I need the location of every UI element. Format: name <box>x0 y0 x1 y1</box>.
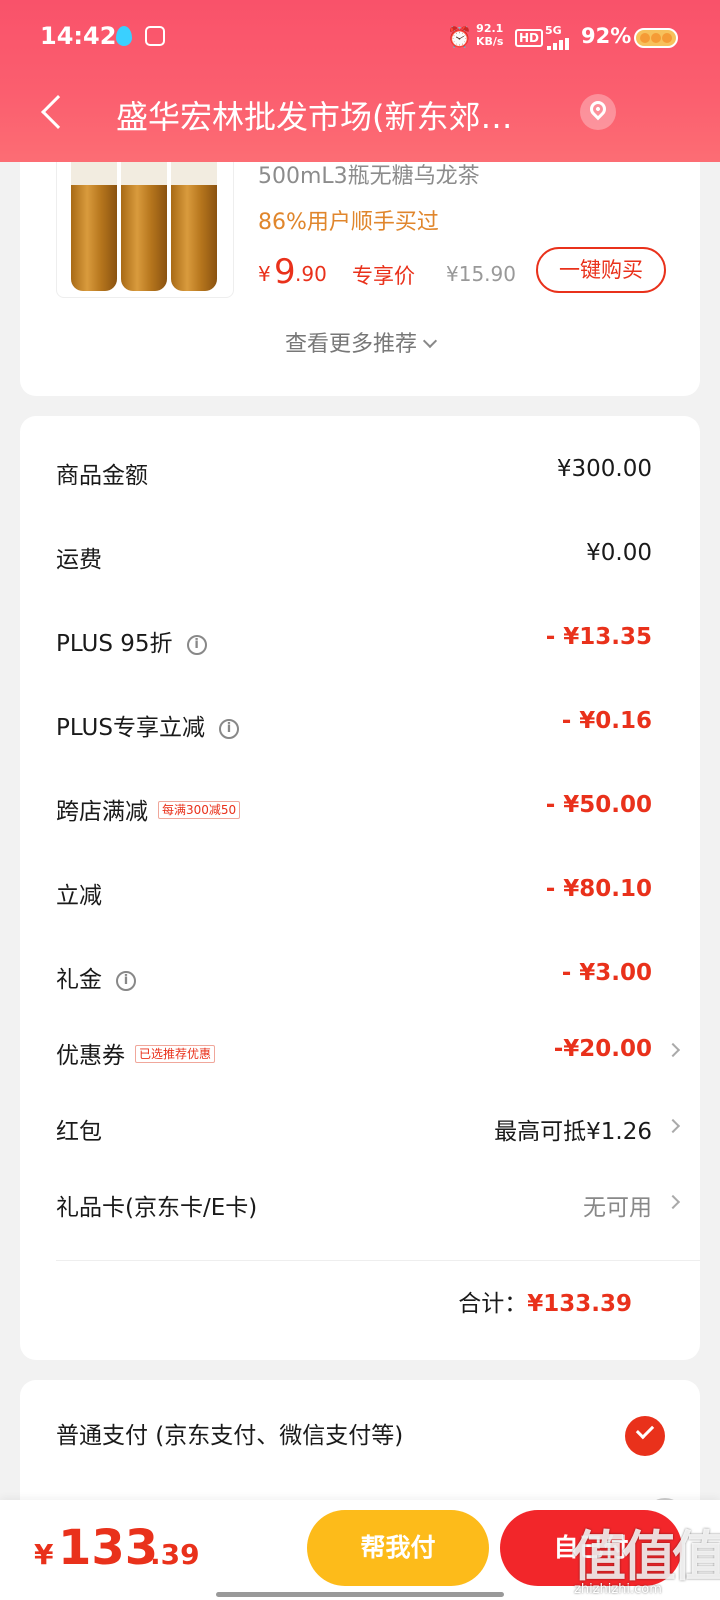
battery-icon <box>634 28 678 48</box>
chevron-right-icon <box>665 1118 681 1134</box>
bottom-action-bar: ¥ 133 .39 帮我付 自己付 值值值 zhizhizhi.com <box>0 1500 720 1600</box>
exclusive-price-tag: 专享价 <box>352 264 415 288</box>
see-more-recommendations[interactable]: 查看更多推荐 <box>20 326 700 358</box>
order-total: 合计：¥133.39 <box>458 1284 632 1318</box>
summary-row-gift-card[interactable]: 礼品卡(京东卡/E卡) 无可用 <box>56 1182 686 1222</box>
watermark-site: zhizhizhi.com <box>574 1582 662 1597</box>
battery-percent: 92% <box>581 24 632 48</box>
status-time: 14:42 <box>40 22 117 50</box>
row-label: 礼品卡(京东卡/E卡) <box>56 1195 258 1221</box>
one-click-buy-button[interactable]: 一键购买 <box>536 247 666 293</box>
product-name[interactable]: 500mL3瓶无糖乌龙茶 <box>258 158 480 190</box>
home-indicator[interactable] <box>216 1592 504 1597</box>
row-label: 商品金额 <box>56 463 148 489</box>
coupon-tag: 已选推荐优惠 <box>135 1045 216 1063</box>
row-value: - ¥3.00 <box>561 960 652 986</box>
total-amount-integer: 133 <box>58 1520 159 1576</box>
row-label: 运费 <box>56 547 102 573</box>
header: 14:42 ⏰ 92.1 KB/s HD 5G 92% 盛华宏林批发市场(新东郊… <box>0 0 720 162</box>
row-value: - ¥13.35 <box>545 624 652 650</box>
summary-row-red-packet[interactable]: 红包 最高可抵¥1.26 <box>56 1106 686 1146</box>
buy-rate-text: 86%用户顺手买过 <box>258 210 439 235</box>
see-more-label: 查看更多推荐 <box>284 332 417 357</box>
alarm-icon: ⏰ <box>447 25 472 49</box>
promo-tag: 每满300减50 <box>158 801 241 819</box>
network-type: 5G <box>545 24 562 37</box>
row-value: 最高可抵¥1.26 <box>494 1119 652 1145</box>
total-label: 合计： <box>458 1291 528 1317</box>
row-label: 立减 <box>56 883 102 909</box>
divider <box>56 1260 700 1261</box>
row-label: 跨店满减 每满300减50 <box>56 792 241 826</box>
chevron-right-icon <box>665 1042 681 1058</box>
row-label: PLUS专享立减 i <box>56 708 239 742</box>
info-icon[interactable]: i <box>116 971 136 991</box>
chevron-down-icon <box>422 333 438 349</box>
summary-row-goods-amount: 商品金额 ¥300.00 <box>56 450 686 490</box>
row-value: -¥20.00 <box>553 1036 652 1062</box>
hd-icon: HD <box>515 29 544 47</box>
info-icon[interactable]: i <box>186 635 207 655</box>
summary-row-shipping: 运费 ¥0.00 <box>56 534 686 574</box>
signal-icon <box>547 38 571 50</box>
price-currency: ¥ <box>258 262 271 286</box>
row-value: ¥0.00 <box>586 540 652 566</box>
total-amount-decimal: .39 <box>150 1538 200 1571</box>
row-label: 礼金 i <box>56 960 136 994</box>
row-label: 红包 <box>56 1119 102 1145</box>
row-value: - ¥50.00 <box>545 792 652 818</box>
summary-row-cross-store: 跨店满减 每满300减50 - ¥50.00 <box>56 786 686 826</box>
price-decimal: .90 <box>295 262 327 286</box>
watermark-logo: 值值值 <box>572 1525 720 1588</box>
row-value: ¥300.00 <box>556 456 652 482</box>
row-value: - ¥0.16 <box>561 708 652 734</box>
row-label: 优惠券 已选推荐优惠 <box>56 1036 216 1070</box>
original-price: ¥15.90 <box>446 262 516 286</box>
total-currency: ¥ <box>34 1538 54 1571</box>
network-speed: 92.1 KB/s <box>476 22 503 48</box>
back-arrow-icon[interactable] <box>38 90 75 134</box>
page-title[interactable]: 盛华宏林批发市场(新东郊… <box>116 92 566 138</box>
bottle-graphic <box>121 141 167 291</box>
bottle-graphic <box>71 141 117 291</box>
summary-row-plus-discount: PLUS 95折 i - ¥13.35 <box>56 618 686 658</box>
payment-option-normal[interactable]: 普通支付 (京东支付、微信支付等) <box>56 1416 403 1450</box>
notification-app-icon <box>145 26 165 46</box>
product-image[interactable] <box>56 140 234 298</box>
summary-row-gift-money: 礼金 i - ¥3.00 <box>56 954 686 994</box>
help-pay-button[interactable]: 帮我付 <box>307 1510 489 1586</box>
row-value: 无可用 <box>583 1195 652 1221</box>
chevron-right-icon <box>665 1194 681 1210</box>
location-pin-icon[interactable] <box>580 94 616 130</box>
network-speed-unit: KB/s <box>476 35 504 48</box>
total-value: ¥133.39 <box>527 1291 632 1317</box>
order-summary-card: 商品金额 ¥300.00 运费 ¥0.00 PLUS 95折 i - ¥13.35… <box>20 416 700 1360</box>
drop-icon <box>116 26 132 46</box>
row-value: - ¥80.10 <box>545 876 652 902</box>
summary-row-plus-exclusive: PLUS专享立减 i - ¥0.16 <box>56 702 686 742</box>
info-icon[interactable]: i <box>218 719 239 739</box>
summary-row-instant-off: 立减 - ¥80.10 <box>56 870 686 910</box>
row-label: PLUS 95折 i <box>56 624 207 658</box>
bottle-graphic <box>171 141 217 291</box>
network-speed-value: 92.1 <box>476 22 504 35</box>
price-integer: 9 <box>274 252 296 292</box>
summary-row-coupon[interactable]: 优惠券 已选推荐优惠 -¥20.00 <box>56 1030 686 1070</box>
status-bar: 14:42 ⏰ 92.1 KB/s HD 5G 92% <box>0 0 720 75</box>
check-circle-icon[interactable] <box>625 1416 665 1456</box>
